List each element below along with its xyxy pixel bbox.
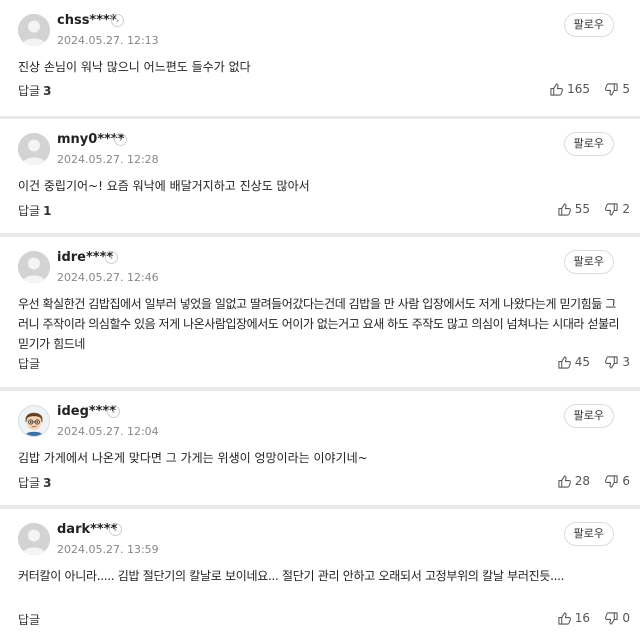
comment-item: ideg**** › 2024.05.27. 12:04 팔로우 김밥 가게에서… xyxy=(0,391,640,505)
character-avatar-icon xyxy=(19,406,49,436)
reply-button[interactable]: 답글 3 xyxy=(18,474,51,491)
comment-date: 2024.05.27. 12:46 xyxy=(57,271,159,284)
reply-button[interactable]: 답글 xyxy=(18,355,43,372)
avatar[interactable] xyxy=(18,405,50,437)
comment-text: 이건 중립기어~! 요즘 워낙에 배달거지하고 진상도 많아서 xyxy=(18,179,310,193)
reply-count: 1 xyxy=(43,204,52,218)
reply-button[interactable]: 답글 xyxy=(18,611,43,628)
like-button[interactable]: 165 xyxy=(550,82,590,96)
thumbs-down-icon xyxy=(605,474,618,488)
thumbs-down-icon xyxy=(605,611,618,625)
like-count: 28 xyxy=(574,474,590,488)
dislike-button[interactable]: 6 xyxy=(605,474,630,488)
comment-item: idre**** › 2024.05.27. 12:46 팔로우 우선 확실한건… xyxy=(0,237,640,387)
chevron-right-icon[interactable]: › xyxy=(111,14,124,27)
reply-label: 답글 xyxy=(18,84,41,98)
default-avatar-icon xyxy=(18,133,50,165)
like-button[interactable]: 28 xyxy=(558,474,590,488)
comment-text: 우선 확실한건 김밥집에서 일부러 넣었을 일없고 딸려들어갔다는건데 김밥을 … xyxy=(18,297,620,351)
dislike-button[interactable]: 2 xyxy=(605,202,630,216)
thumbs-down-icon xyxy=(605,355,618,369)
follow-button[interactable]: 팔로우 xyxy=(563,522,614,546)
like-button[interactable]: 45 xyxy=(558,355,590,369)
like-count: 55 xyxy=(574,202,590,216)
chevron-right-icon[interactable]: › xyxy=(114,133,127,146)
dislike-button[interactable]: 0 xyxy=(605,611,630,625)
dislike-button[interactable]: 5 xyxy=(605,82,630,96)
follow-button[interactable]: 팔로우 xyxy=(563,132,614,156)
reply-label: 답글 xyxy=(18,613,41,627)
comment-text: 진상 손님이 워낙 많으니 어느편도 들수가 없다 xyxy=(18,60,251,74)
dislike-button[interactable]: 3 xyxy=(605,355,630,369)
dislike-count: 6 xyxy=(622,474,630,488)
comment-item: mny0**** › 2024.05.27. 12:28 팔로우 이건 중립기어… xyxy=(0,119,640,233)
comment-date: 2024.05.27. 13:59 xyxy=(57,543,159,556)
dislike-count: 5 xyxy=(622,82,630,96)
follow-button[interactable]: 팔로우 xyxy=(563,404,614,428)
thumbs-down-icon xyxy=(605,82,618,96)
default-avatar-icon xyxy=(18,251,50,283)
chevron-right-icon[interactable]: › xyxy=(105,251,118,264)
comment-date: 2024.05.27. 12:28 xyxy=(57,153,159,166)
like-count: 16 xyxy=(574,611,590,625)
dislike-count: 0 xyxy=(622,611,630,625)
reply-label: 답글 xyxy=(18,476,41,490)
avatar[interactable] xyxy=(18,14,50,46)
follow-button[interactable]: 팔로우 xyxy=(563,13,614,37)
avatar[interactable] xyxy=(18,251,50,283)
follow-button[interactable]: 팔로우 xyxy=(563,250,614,274)
chevron-right-icon[interactable]: › xyxy=(107,405,120,418)
like-count: 45 xyxy=(574,355,590,369)
reply-button[interactable]: 답글 1 xyxy=(18,202,51,219)
thumbs-up-icon xyxy=(558,474,571,488)
thumbs-up-icon xyxy=(550,82,564,96)
like-count: 165 xyxy=(567,82,590,96)
dislike-count: 3 xyxy=(622,355,630,369)
thumbs-up-icon xyxy=(558,611,571,625)
comment-text: 커터칼이 아니라..... 김밥 절단기의 칼날로 보이네요... 절단기 관리… xyxy=(18,569,565,583)
avatar[interactable] xyxy=(18,133,50,165)
username[interactable]: chss**** xyxy=(57,13,117,28)
comment-date: 2024.05.27. 12:13 xyxy=(57,34,159,47)
avatar[interactable] xyxy=(18,523,50,555)
thumbs-up-icon xyxy=(558,202,571,216)
comment-item: chss**** › 2024.05.27. 12:13 팔로우 진상 손님이 … xyxy=(0,0,640,116)
thumbs-down-icon xyxy=(605,202,618,216)
default-avatar-icon xyxy=(18,523,50,555)
reply-button[interactable]: 답글 3 xyxy=(18,82,51,99)
default-avatar-icon xyxy=(18,14,50,46)
comment-text: 김밥 가게에서 나온게 맞다면 그 가게는 위생이 엉망이라는 이야기네~ xyxy=(18,451,368,465)
reply-label: 답글 xyxy=(18,204,41,218)
like-button[interactable]: 55 xyxy=(558,202,590,216)
dislike-count: 2 xyxy=(622,202,630,216)
comment-date: 2024.05.27. 12:04 xyxy=(57,425,159,438)
chevron-right-icon[interactable]: › xyxy=(109,523,122,536)
reply-count: 3 xyxy=(43,476,52,490)
comment-item: dark**** › 2024.05.27. 13:59 팔로우 커터칼이 아니… xyxy=(0,509,640,644)
reply-label: 답글 xyxy=(18,357,41,371)
like-button[interactable]: 16 xyxy=(558,611,590,625)
reply-count: 3 xyxy=(43,84,52,98)
thumbs-up-icon xyxy=(558,355,571,369)
